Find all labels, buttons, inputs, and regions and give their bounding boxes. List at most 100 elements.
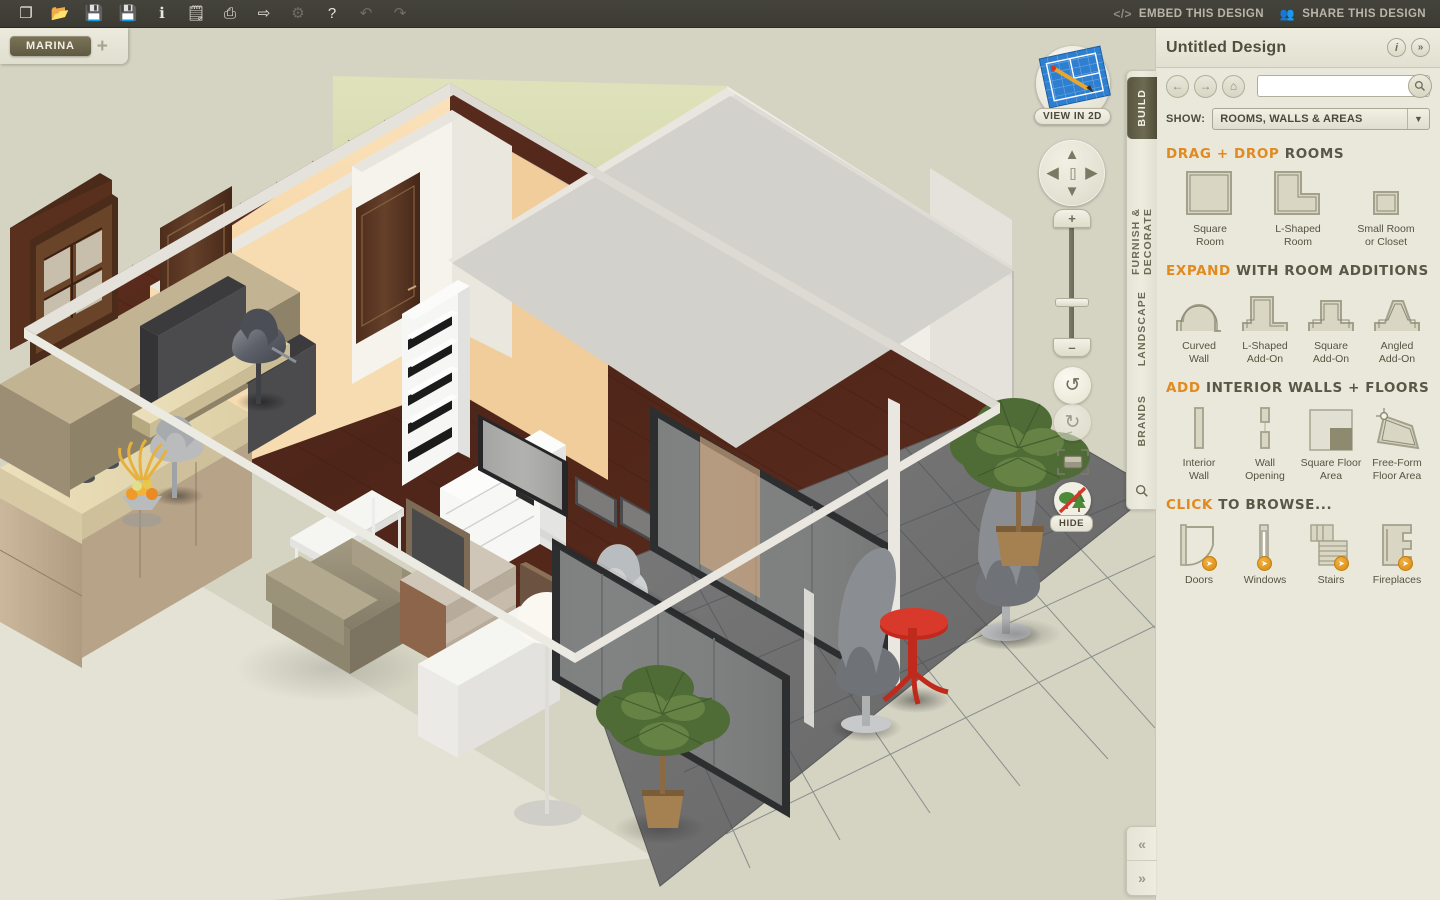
section-item-grid: ➤ Doors ➤ Windows ➤ Stairs ➤ Fireplaces: [1166, 523, 1430, 587]
save-as-icon[interactable]: 💾: [112, 1, 144, 27]
rotate-counterclockwise-icon[interactable]: ↺: [1054, 367, 1091, 404]
recenter-view-button[interactable]: [ ]: [1070, 166, 1077, 181]
section-heading-highlight: DRAG + DROP: [1166, 146, 1280, 162]
pan-down-arrow[interactable]: ▼: [1065, 184, 1080, 199]
mode-tab-rail: BRANDS LANDSCAPE FURNISH & DECORATE BUILD: [1126, 70, 1157, 510]
notes-icon[interactable]: 🗒: [180, 1, 212, 27]
rail-tab-brands[interactable]: BRANDS: [1127, 383, 1157, 459]
panel-sections: DRAG + DROP ROOMS Square Room L-Shaped Roo…: [1156, 134, 1440, 589]
open-folder-icon[interactable]: 📂: [44, 1, 76, 27]
pan-up-arrow[interactable]: ▲: [1065, 147, 1080, 162]
tool-item-label: Free-Form Floor Area: [1372, 457, 1422, 482]
collapse-left-button[interactable]: «: [1127, 827, 1157, 861]
nav-home-button[interactable]: ⌂: [1222, 74, 1245, 98]
tool-item-windows[interactable]: ➤ Windows: [1232, 523, 1298, 587]
tool-item-label: Angled Add-On: [1378, 340, 1416, 365]
show-selected-value: ROOMS, WALLS & AREAS: [1220, 113, 1363, 125]
browse-arrow-badge-icon[interactable]: ➤: [1334, 556, 1349, 571]
sq-addon-glyph: [1308, 300, 1354, 331]
tool-item-interior-wall[interactable]: Interior Wall: [1166, 406, 1232, 483]
tool-item-doors[interactable]: ➤ Doors: [1166, 523, 1232, 587]
sq-floor-glyph: [1309, 409, 1353, 451]
l-addon-glyph: [1242, 296, 1288, 331]
nav-forward-button[interactable]: →: [1194, 74, 1217, 98]
free-form-floor-area-icon: [1372, 406, 1422, 452]
browse-arrow-badge-icon[interactable]: ➤: [1257, 556, 1272, 571]
rail-tab-build[interactable]: BUILD: [1127, 77, 1157, 139]
share-this-design-button[interactable]: 👥 SHARE THIS DESIGN: [1280, 7, 1426, 21]
tool-item-stairs[interactable]: ➤ Stairs: [1298, 523, 1364, 587]
tool-item-wall-opening[interactable]: Wall Opening: [1232, 406, 1298, 483]
show-category-select[interactable]: ROOMS, WALLS & AREAS ▼: [1212, 108, 1430, 130]
tool-item-l-shaped-room[interactable]: L-Shaped Room: [1254, 171, 1342, 249]
show-label: SHOW:: [1166, 113, 1206, 125]
rail-tab-landscape[interactable]: LANDSCAPE: [1127, 283, 1157, 375]
search-magnifier-icon: [1414, 80, 1426, 92]
collapse-right-button[interactable]: »: [1127, 861, 1157, 895]
zoom-in-button[interactable]: +: [1053, 209, 1091, 228]
zoom-slider-track[interactable]: [1069, 214, 1074, 348]
embed-this-design-button[interactable]: </> EMBED THIS DESIGN: [1113, 7, 1264, 21]
view-in-2d-button[interactable]: VIEW IN 2D: [1034, 108, 1111, 125]
print-icon[interactable]: ⎙: [214, 1, 246, 27]
section-item-grid: Interior Wall Wall Opening Square Floor Are…: [1166, 406, 1430, 483]
rail-search-icon[interactable]: [1127, 477, 1157, 505]
hide-plants-toggle-button[interactable]: [1054, 482, 1091, 519]
tool-item-angled-add-on[interactable]: Angled Add-On: [1364, 289, 1430, 366]
floorplan-thumbnail-icon: [1038, 45, 1111, 109]
tool-item-square-room[interactable]: Square Room: [1166, 171, 1254, 249]
rotate-clockwise-icon[interactable]: ↻: [1054, 404, 1091, 441]
curved-wall-icon: [1173, 289, 1225, 335]
tool-item-label: Curved Wall: [1182, 340, 1216, 365]
panel-search-input[interactable]: [1257, 75, 1430, 97]
isometric-floorplan-render: [0, 28, 1155, 900]
hide-label[interactable]: HIDE: [1050, 515, 1094, 532]
tool-item-curved-wall[interactable]: Curved Wall: [1166, 289, 1232, 366]
pan-left-arrow[interactable]: ◀: [1047, 166, 1059, 181]
panel-search-button[interactable]: [1408, 74, 1432, 98]
rail-tab-label: LANDSCAPE: [1136, 291, 1148, 367]
tool-item-fireplaces[interactable]: ➤ Fireplaces: [1364, 523, 1430, 587]
tool-item-label: Doors: [1184, 574, 1213, 586]
browse-arrow-badge-icon[interactable]: ➤: [1398, 556, 1413, 571]
tool-item-free-form-floor-area[interactable]: Free-Form Floor Area: [1364, 406, 1430, 483]
rail-tab-furnish-decorate[interactable]: FURNISH & DECORATE: [1127, 147, 1157, 275]
wall-opening-glyph: [1260, 407, 1270, 449]
ang-addon-glyph: [1374, 300, 1420, 331]
nav-back-button[interactable]: ←: [1166, 74, 1189, 98]
info-icon[interactable]: ℹ: [146, 1, 178, 27]
rail-tab-label: BRANDS: [1136, 395, 1148, 447]
save-icon[interactable]: 💾: [78, 1, 110, 27]
redo-icon[interactable]: ↷: [384, 1, 416, 27]
tool-item-square-floor-area[interactable]: Square Floor Area: [1298, 406, 1364, 483]
undo-icon[interactable]: ↶: [350, 1, 382, 27]
zoom-slider-handle[interactable]: [1055, 298, 1089, 307]
tool-item-label: Stairs: [1317, 574, 1345, 586]
export-icon[interactable]: ⇨: [248, 1, 280, 27]
l-room-glyph: [1274, 171, 1320, 215]
rail-tab-label: BUILD: [1136, 89, 1148, 127]
section-heading-highlight: EXPAND: [1166, 263, 1231, 279]
design-info-button[interactable]: i: [1387, 38, 1406, 57]
settings-gear-icon[interactable]: ⚙: [282, 1, 314, 27]
panel-collapse-button[interactable]: »: [1411, 38, 1430, 57]
zoom-out-button[interactable]: –: [1053, 338, 1091, 357]
project-tab-marina[interactable]: MARINA: [10, 36, 91, 56]
section-heading: DRAG + DROP ROOMS: [1166, 146, 1430, 162]
tool-item-square-add-on[interactable]: Square Add-On: [1298, 289, 1364, 366]
tool-item-label: Interior Wall: [1182, 457, 1216, 482]
section-item-grid: Square Room L-Shaped Room Small Room or Clo…: [1166, 171, 1430, 249]
pan-right-arrow[interactable]: ▶: [1085, 166, 1097, 181]
help-icon[interactable]: ?: [316, 1, 348, 27]
tool-item-l-shaped-add-on[interactable]: L-Shaped Add-On: [1232, 289, 1298, 366]
design-viewport-3d[interactable]: [0, 28, 1155, 900]
add-project-tab-button[interactable]: +: [97, 37, 108, 56]
browse-arrow-badge-icon[interactable]: ➤: [1202, 556, 1217, 571]
section-heading-rest: INTERIOR WALLS + FLOORS: [1205, 380, 1430, 396]
tool-item-small-room-or-closet[interactable]: Small Room or Closet: [1342, 172, 1430, 249]
chevron-down-icon[interactable]: ▼: [1407, 109, 1429, 129]
fit-to-screen-icon[interactable]: [1056, 448, 1090, 476]
section-item-grid: Curved Wall L-Shaped Add-On Square Add-On A…: [1166, 289, 1430, 366]
new-file-icon[interactable]: ❐: [10, 1, 42, 27]
camera-pan-pad[interactable]: ▲ ▼ ◀ ▶ [ ]: [1039, 140, 1105, 206]
